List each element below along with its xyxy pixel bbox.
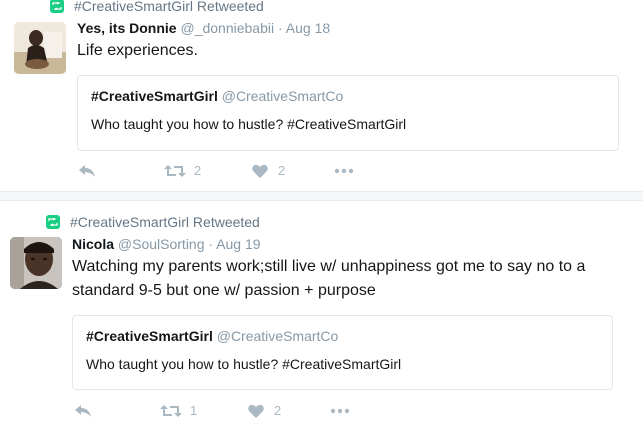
tweet-date[interactable]: · Aug 19 <box>208 236 260 252</box>
reply-button[interactable] <box>78 164 164 178</box>
quoted-author-name: #CreativeSmartGirl <box>86 328 213 344</box>
more-button[interactable] <box>330 408 350 414</box>
quoted-author-name: #CreativeSmartGirl <box>91 88 218 104</box>
quoted-author-handle: @CreativeSmartCo <box>221 88 344 104</box>
quoted-tweet[interactable]: #CreativeSmartGirl @CreativeSmartCo Who … <box>72 315 613 390</box>
retweet-icon <box>160 404 182 417</box>
retweet-badge-icon <box>50 0 64 13</box>
author-name[interactable]: Yes, its Donnie <box>77 20 177 36</box>
avatar[interactable] <box>14 22 66 74</box>
quoted-tweet-text: Who taught you how to hustle? #CreativeS… <box>86 356 402 372</box>
retweet-icon <box>164 164 186 177</box>
reply-button[interactable] <box>74 404 160 418</box>
retweet-count: 2 <box>194 163 202 178</box>
retweet-badge-icon <box>46 215 60 229</box>
quoted-author-handle: @CreativeSmartCo <box>216 328 339 344</box>
heart-icon <box>248 404 264 418</box>
reply-icon <box>75 404 91 417</box>
retweet-button[interactable]: 2 <box>164 163 252 178</box>
like-count: 2 <box>274 403 282 418</box>
reply-icon <box>79 164 95 177</box>
retweet-label: #CreativeSmartGirl Retweeted <box>74 0 264 14</box>
quoted-tweet[interactable]: #CreativeSmartGirl @CreativeSmartCo Who … <box>77 75 619 151</box>
tweet-text: Watching my parents work;still live w/ u… <box>72 258 586 299</box>
heart-icon <box>252 164 268 178</box>
like-button[interactable]: 2 <box>252 163 334 178</box>
quoted-tweet-text: Who taught you how to hustle? #CreativeS… <box>91 116 407 132</box>
like-button[interactable]: 2 <box>248 403 330 418</box>
tweet-date[interactable]: · Aug 18 <box>278 20 330 36</box>
more-button[interactable] <box>334 168 354 174</box>
like-count: 2 <box>278 163 286 178</box>
tweet-1[interactable]: #CreativeSmartGirl Retweeted Yes, its Do… <box>0 0 643 190</box>
retweet-context[interactable]: #CreativeSmartGirl Retweeted <box>50 0 264 14</box>
retweet-count: 1 <box>190 403 198 418</box>
author-handle[interactable]: @_donniebabii <box>180 20 274 36</box>
retweet-label: #CreativeSmartGirl Retweeted <box>70 214 260 230</box>
author-name[interactable]: Nicola <box>72 236 114 252</box>
more-icon <box>330 408 350 413</box>
retweet-button[interactable]: 1 <box>160 403 248 418</box>
tweet-text: Life experiences. <box>77 42 198 59</box>
tweet-2[interactable]: #CreativeSmartGirl Retweeted Nicola @Sou… <box>0 200 643 421</box>
retweet-context[interactable]: #CreativeSmartGirl Retweeted <box>46 214 260 230</box>
author-handle[interactable]: @SoulSorting <box>118 236 205 252</box>
more-icon <box>334 168 354 173</box>
avatar[interactable] <box>10 237 62 289</box>
